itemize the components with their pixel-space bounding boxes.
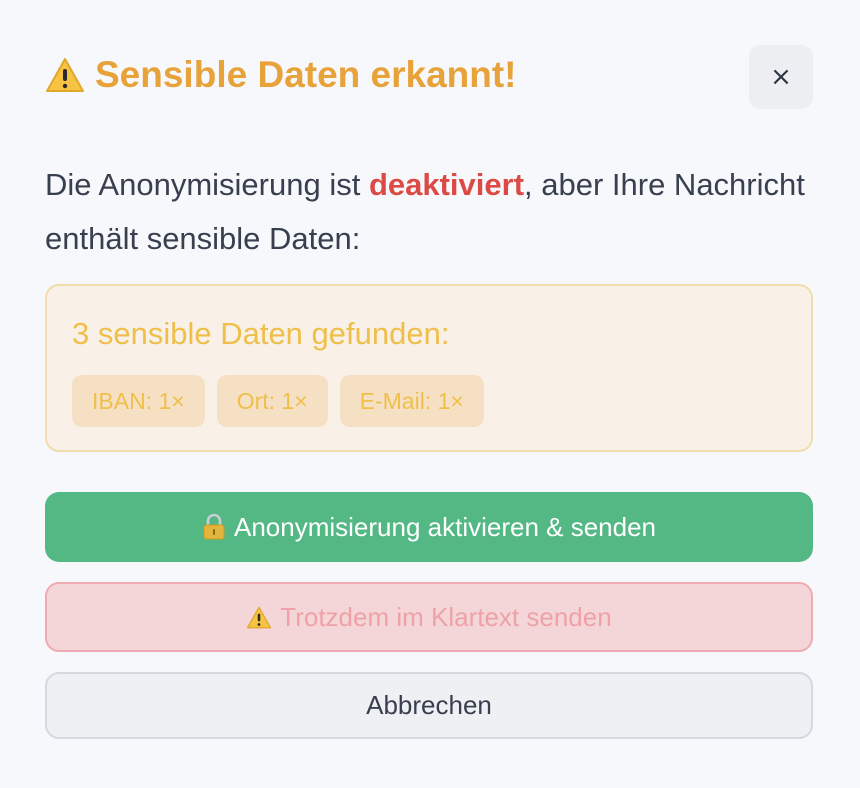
warning-icon	[246, 606, 272, 629]
anonymize-and-send-label: Anonymisierung aktivieren & senden	[233, 511, 657, 542]
send-plaintext-button[interactable]: Trotzdem im Klartext senden	[45, 582, 813, 652]
close-icon: ×	[770, 62, 792, 92]
detection-summary-title: 3 sensible Daten gefunden:	[72, 316, 450, 351]
dialog-message: Die Anonymisierung ist deaktiviert, aber…	[45, 158, 805, 266]
dialog-title-text: Sensible Daten erkannt!	[95, 54, 517, 95]
dialog-header: Sensible Daten erkannt! ×	[45, 45, 813, 109]
detection-chip-ort: Ort: 1×	[216, 375, 328, 427]
close-button[interactable]: ×	[749, 45, 813, 109]
lock-icon	[202, 514, 226, 540]
detection-summary-box: 3 sensible Daten gefunden: IBAN: 1× Ort:…	[45, 284, 813, 452]
cancel-label: Abbrechen	[366, 690, 492, 720]
message-part1: Die Anonymisierung ist	[45, 167, 369, 202]
warning-icon	[45, 57, 85, 93]
sensitive-data-dialog: Sensible Daten erkannt! × Die Anonymisie…	[0, 0, 860, 788]
send-plaintext-label: Trotzdem im Klartext senden	[280, 601, 612, 632]
cancel-button[interactable]: Abbrechen	[45, 672, 813, 739]
dialog-title: Sensible Daten erkannt!	[45, 54, 517, 96]
detection-chip-list: IBAN: 1× Ort: 1× E-Mail: 1×	[72, 375, 484, 427]
detection-chip-iban: IBAN: 1×	[72, 375, 205, 427]
detection-chip-email: E-Mail: 1×	[339, 375, 484, 427]
anonymize-and-send-button[interactable]: Anonymisierung aktivieren & senden	[45, 492, 813, 562]
message-highlight: deaktiviert	[368, 167, 525, 202]
